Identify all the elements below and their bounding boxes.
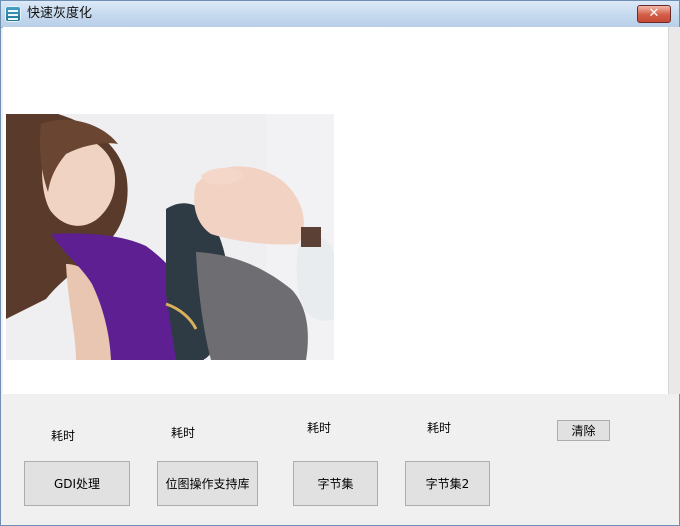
close-button[interactable]: ✕ bbox=[637, 5, 671, 23]
image-canvas bbox=[3, 27, 668, 394]
clear-button[interactable]: 清除 bbox=[557, 420, 610, 441]
app-window: 快速灰度化 ✕ 耗时 耗时 耗时 耗时 清除 GDI处理 位图操作支持库 字节集… bbox=[0, 0, 680, 526]
close-icon: ✕ bbox=[648, 6, 660, 21]
photo-icon bbox=[6, 114, 334, 360]
time-label-2: 耗时 bbox=[171, 426, 196, 440]
byteset2-button[interactable]: 字节集2 bbox=[405, 461, 490, 506]
app-icon bbox=[5, 6, 21, 22]
byteset-button[interactable]: 字节集 bbox=[293, 461, 378, 506]
window-title: 快速灰度化 bbox=[27, 6, 93, 21]
bitmap-library-button[interactable]: 位图操作支持库 bbox=[157, 461, 258, 506]
title-bar[interactable]: 快速灰度化 ✕ bbox=[1, 1, 679, 28]
vertical-scrollbar[interactable] bbox=[668, 27, 680, 394]
time-label-4: 耗时 bbox=[427, 421, 452, 435]
time-label-3: 耗时 bbox=[307, 421, 332, 435]
time-label-1: 耗时 bbox=[51, 429, 76, 443]
gdi-process-button[interactable]: GDI处理 bbox=[24, 461, 130, 506]
